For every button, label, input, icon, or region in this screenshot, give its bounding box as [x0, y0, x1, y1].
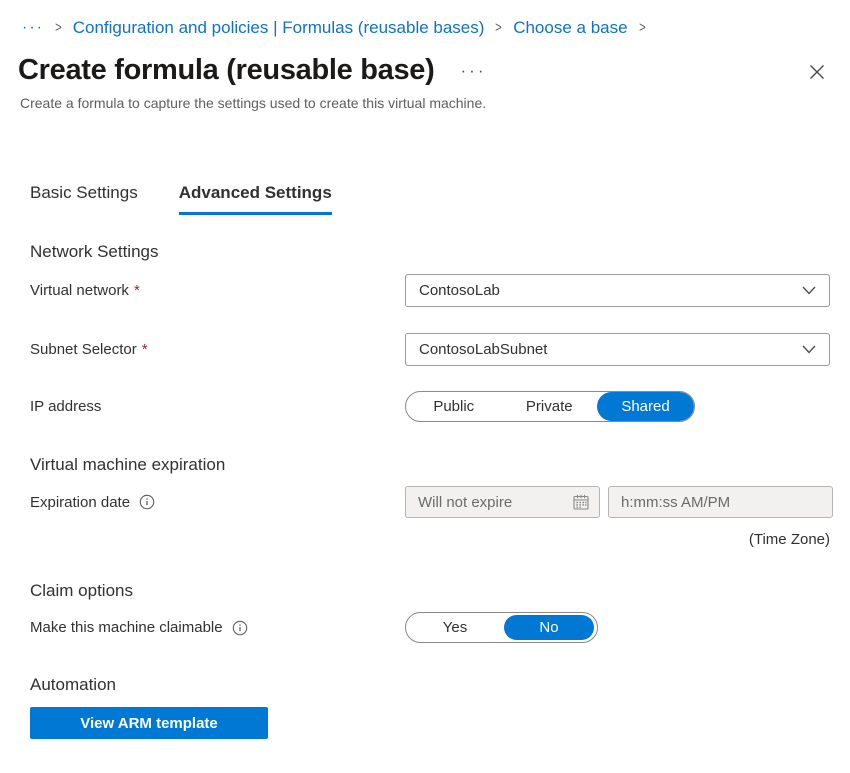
view-arm-template-button[interactable]: View ARM template	[30, 707, 268, 739]
subnet-selector-label: Subnet Selector	[30, 341, 137, 358]
expiration-date-label-group: Expiration date	[30, 494, 405, 511]
automation-actions: View ARM template	[30, 707, 850, 739]
close-icon	[809, 64, 825, 80]
settings-tabs: Basic Settings Advanced Settings	[30, 182, 850, 215]
expiration-date-value: Will not expire	[418, 494, 512, 511]
claimable-row: Make this machine claimable Yes No	[0, 612, 850, 643]
subnet-selector-value: ContosoLabSubnet	[419, 341, 547, 358]
subnet-selector-dropdown[interactable]: ContosoLabSubnet	[405, 333, 830, 366]
ip-option-shared[interactable]: Shared	[597, 392, 694, 421]
chevron-down-icon	[802, 345, 816, 354]
ip-address-label: IP address	[30, 398, 101, 415]
subnet-selector-control: ContosoLabSubnet	[405, 333, 830, 366]
section-heading-network-settings: Network Settings	[30, 242, 830, 262]
blade-header: Create formula (reusable base) ···	[18, 51, 830, 89]
claimable-option-no[interactable]: No	[504, 615, 594, 640]
info-icon[interactable]	[139, 494, 155, 510]
create-formula-blade: ··· > Configuration and policies | Formu…	[0, 0, 850, 773]
tab-advanced-settings[interactable]: Advanced Settings	[179, 182, 332, 215]
subnet-selector-label-group: Subnet Selector *	[30, 341, 405, 358]
required-asterisk: *	[142, 341, 148, 358]
claimable-label-group: Make this machine claimable	[30, 619, 405, 636]
subnet-selector-row: Subnet Selector * ContosoLabSubnet	[0, 333, 850, 366]
ip-address-control: Public Private Shared	[405, 391, 830, 422]
claimable-option-yes[interactable]: Yes	[406, 613, 504, 642]
page-title: Create formula (reusable base)	[18, 51, 435, 89]
chevron-right-icon: >	[639, 17, 646, 38]
breadcrumb-link-configuration[interactable]: Configuration and policies | Formulas (r…	[73, 17, 485, 38]
required-asterisk: *	[134, 282, 140, 299]
more-actions-button[interactable]: ···	[461, 61, 487, 81]
claimable-pill-group: Yes No	[405, 612, 598, 643]
virtual-network-control: ContosoLab	[405, 274, 830, 307]
blade-subtitle: Create a formula to capture the settings…	[20, 95, 830, 112]
timezone-note: (Time Zone)	[0, 531, 850, 548]
expiration-controls: Will not expire	[405, 486, 833, 518]
section-heading-automation: Automation	[30, 675, 830, 695]
claimable-label: Make this machine claimable	[30, 619, 223, 636]
virtual-network-label-group: Virtual network *	[30, 282, 405, 299]
tab-basic-settings[interactable]: Basic Settings	[30, 182, 138, 215]
expiration-date-picker[interactable]: Will not expire	[405, 486, 600, 518]
breadcrumb-overflow-button[interactable]: ···	[22, 17, 44, 38]
chevron-right-icon: >	[55, 17, 62, 38]
expiration-time-input[interactable]	[608, 486, 833, 518]
virtual-network-row: Virtual network * ContosoLab	[0, 274, 850, 307]
ip-address-row: IP address Public Private Shared	[0, 391, 850, 422]
virtual-network-value: ContosoLab	[419, 282, 500, 299]
ip-address-label-group: IP address	[30, 398, 405, 415]
chevron-down-icon	[802, 286, 816, 295]
expiration-date-label: Expiration date	[30, 494, 130, 511]
calendar-icon	[573, 494, 589, 510]
breadcrumb-link-choose-base[interactable]: Choose a base	[513, 17, 627, 38]
ip-option-private[interactable]: Private	[502, 392, 598, 421]
claimable-control: Yes No	[405, 612, 830, 643]
ip-option-public[interactable]: Public	[406, 392, 502, 421]
virtual-network-dropdown[interactable]: ContosoLab	[405, 274, 830, 307]
virtual-network-label: Virtual network	[30, 282, 129, 299]
ip-address-pill-group: Public Private Shared	[405, 391, 695, 422]
breadcrumb: ··· > Configuration and policies | Formu…	[0, 0, 850, 38]
close-button[interactable]	[806, 61, 828, 83]
section-heading-vm-expiration: Virtual machine expiration	[30, 455, 830, 475]
chevron-right-icon: >	[496, 17, 503, 38]
expiration-date-row: Expiration date Will not expire	[0, 486, 850, 518]
info-icon[interactable]	[232, 620, 248, 636]
section-heading-claim-options: Claim options	[30, 581, 830, 601]
